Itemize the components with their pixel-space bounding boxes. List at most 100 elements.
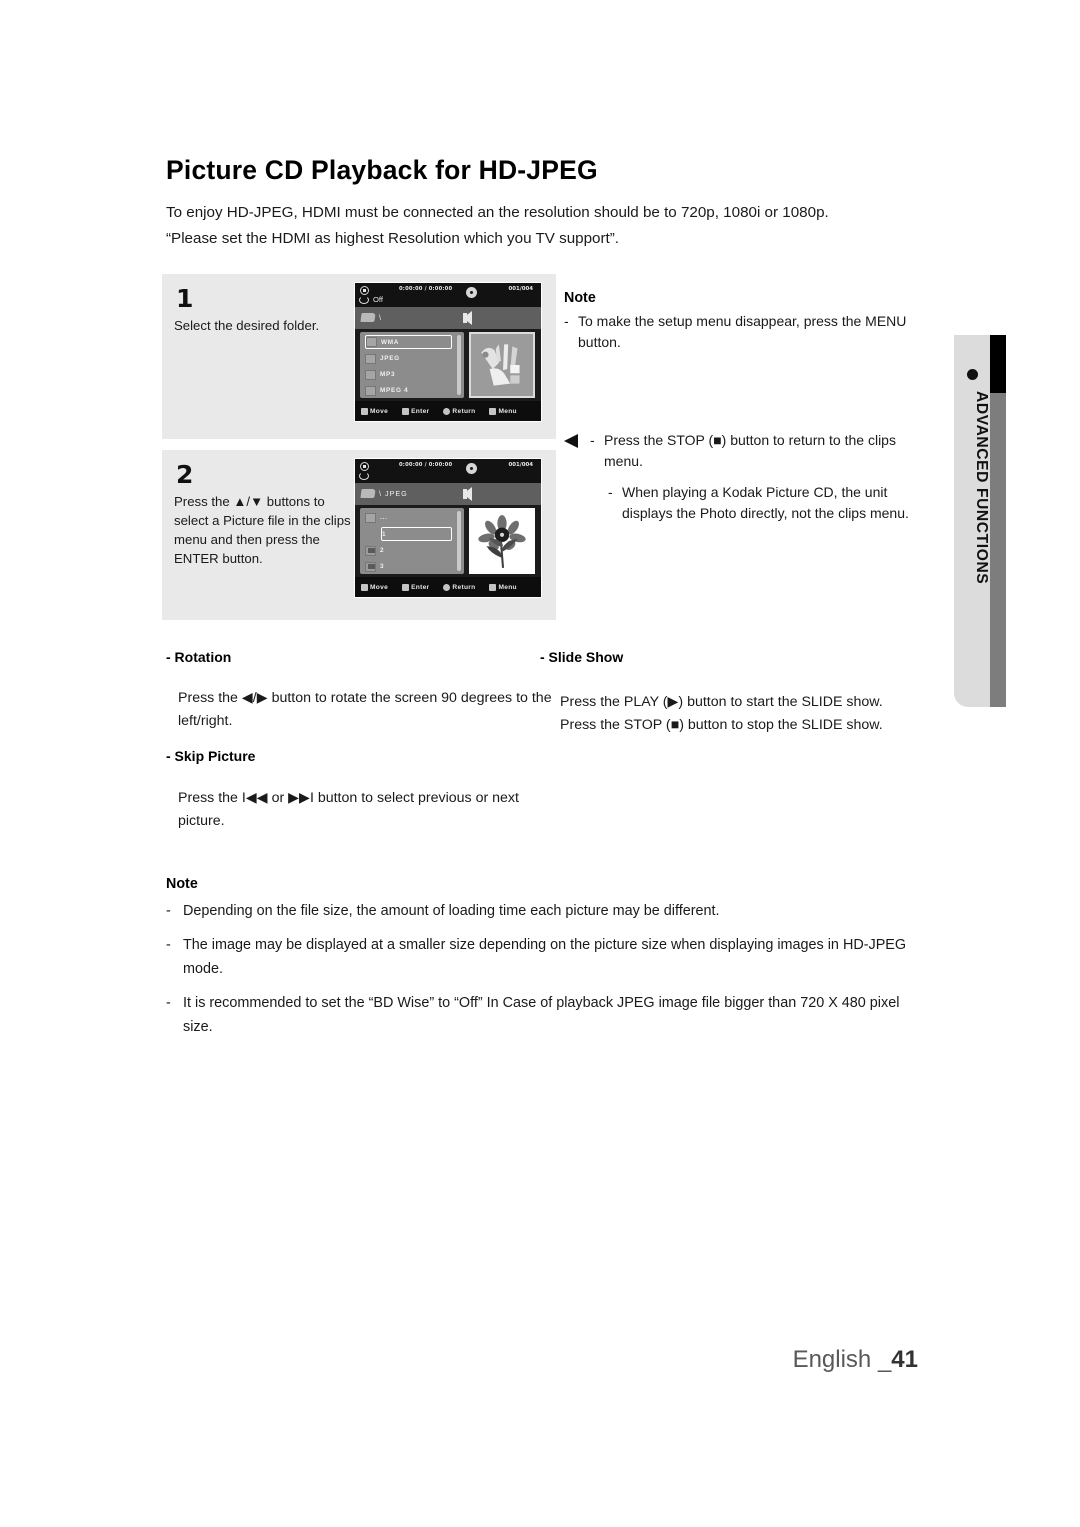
callout-item-text: When playing a Kodak Picture CD, the uni…: [622, 484, 909, 521]
hint-label: Move: [370, 407, 389, 415]
folder-icon: [360, 489, 376, 498]
callout-item-1: - Press the STOP (■) button to return to…: [590, 430, 930, 472]
osd-track-count: 001/004: [508, 286, 533, 292]
note-heading: Note: [166, 876, 198, 892]
list-item[interactable]: JPEG: [365, 352, 454, 365]
osd-status-bar: 0:00:00 / 0:00:00 Off 001/004: [355, 283, 541, 307]
footer-language: English _: [792, 1346, 892, 1373]
list-item-label: MP3: [380, 371, 396, 378]
bullet-dash: -: [590, 432, 595, 448]
osd-clips-list[interactable]: ... 1 2 3: [360, 508, 464, 574]
hint-label: Move: [370, 583, 389, 591]
list-item[interactable]: 3: [365, 560, 454, 573]
left-arrow-icon: [564, 430, 590, 524]
slide-show-line-2: Press the STOP (■) button to stop the SL…: [560, 717, 883, 733]
rotation-body: Press the ◀/▶ button to rotate the scree…: [178, 690, 552, 729]
callout-item-text: Press the STOP (■) button to return to t…: [604, 432, 896, 469]
osd-path-text: \ JPEG: [379, 489, 408, 498]
list-item[interactable]: ...: [365, 511, 454, 524]
hint-menu: Menu: [489, 407, 517, 415]
folder-icon: [365, 385, 376, 396]
hint-return: Return: [443, 583, 475, 591]
disc-icon: [466, 463, 477, 474]
note-right: Note - To make the setup menu disappear,…: [564, 290, 924, 355]
osd-clips-list[interactable]: WMA JPEG MP3 MPEG 4: [360, 332, 464, 398]
osd-button-hints: Move Enter Return Menu: [355, 577, 541, 597]
hint-enter: Enter: [402, 407, 429, 415]
stop-status-icon: [360, 462, 369, 471]
callout-items: - Press the STOP (■) button to return to…: [590, 430, 930, 524]
hint-label: Return: [452, 407, 476, 415]
list-item-label: ...: [380, 514, 388, 521]
list-item[interactable]: 2: [365, 544, 454, 557]
speaker-icon: [463, 487, 472, 501]
bullet-dash: -: [166, 903, 171, 919]
osd-preview-thumbnail: [469, 332, 535, 398]
intro-line-1: To enjoy HD-JPEG, HDMI must be connected…: [166, 204, 829, 221]
osd-path-bar: \: [355, 307, 541, 329]
page-footer: English _41: [0, 1346, 1080, 1374]
list-item[interactable]: MPEG 4: [365, 384, 454, 397]
skip-picture-body: Press the I◀◀ or ▶▶I button to select pr…: [178, 790, 519, 829]
picture-file-icon: [365, 545, 376, 556]
osd-status-bar: 0:00:00 / 0:00:00 001/004: [355, 459, 541, 483]
slide-show-line-1: Press the PLAY (▶) button to start the S…: [560, 694, 883, 710]
osd-time-display: 0:00:00 / 0:00:00: [399, 462, 453, 468]
note-item-text: It is recommended to set the “BD Wise” t…: [183, 995, 900, 1035]
hint-move: Move: [361, 407, 389, 415]
osd-scrollbar[interactable]: [457, 511, 461, 571]
enter-key-icon: [402, 583, 410, 591]
note-heading: Note: [564, 290, 596, 306]
list-item-label: MPEG 4: [380, 387, 409, 394]
list-item[interactable]: MP3: [365, 368, 454, 381]
folder-icon: [365, 353, 376, 364]
bullet-dash: -: [166, 995, 171, 1011]
return-key-icon: [443, 583, 451, 591]
list-item-label: JPEG: [380, 355, 400, 362]
osd-button-hints: Move Enter Return Menu: [355, 401, 541, 421]
bullet-dash: -: [166, 937, 171, 953]
hint-label: Enter: [411, 583, 430, 591]
step-block-1: 1 Select the desired folder. 0:00:00 / 0…: [162, 274, 556, 439]
hint-move: Move: [361, 583, 389, 591]
list-item-label: 3: [380, 563, 385, 570]
folder-icon: [360, 313, 376, 322]
step-number: 2: [176, 460, 194, 489]
picture-file-icon: [365, 561, 376, 572]
osd-scrollbar[interactable]: [457, 335, 461, 395]
osd-time-display: 0:00:00 / 0:00:00: [399, 286, 453, 292]
callout-item-2: - When playing a Kodak Picture CD, the u…: [608, 482, 930, 524]
side-tab-label: ADVANCED FUNCTIONS: [973, 391, 990, 585]
osd-preview-thumbnail: [469, 508, 535, 574]
repeat-icon: [359, 472, 369, 480]
side-tab-advanced-functions: ADVANCED FUNCTIONS: [954, 335, 990, 707]
bullet-dash: -: [564, 313, 569, 329]
osd-path-text: \: [379, 313, 382, 322]
callout-block: - Press the STOP (■) button to return to…: [564, 430, 930, 524]
hint-label: Menu: [498, 407, 517, 415]
intro-line-2: “Please set the HDMI as highest Resoluti…: [166, 230, 620, 247]
note-item-text: To make the setup menu disappear, press …: [578, 313, 907, 350]
page-title: Picture CD Playback for HD-JPEG: [166, 155, 598, 185]
rotation-heading: - Rotation: [166, 649, 232, 665]
note-item: - The image may be displayed at a smalle…: [166, 933, 926, 981]
hint-return: Return: [443, 407, 476, 415]
dpad-icon: [361, 407, 368, 415]
step-number: 1: [176, 284, 194, 313]
list-item-label: WMA: [381, 338, 400, 346]
slide-show-body: Press the PLAY (▶) button to start the S…: [560, 691, 980, 737]
menu-key-icon: [489, 583, 497, 591]
osd-repeat-mode: Off: [373, 295, 383, 304]
note-item: - It is recommended to set the “BD Wise”…: [166, 991, 926, 1039]
list-item[interactable]: WMA: [365, 335, 452, 349]
hint-enter: Enter: [402, 583, 430, 591]
flower-photo-icon: [471, 510, 533, 572]
list-item[interactable]: 1: [381, 527, 452, 541]
step-block-2: 2 Press the ▲/▼ buttons to select a Pict…: [162, 450, 556, 620]
dpad-icon: [361, 583, 368, 591]
osd-content-area: WMA JPEG MP3 MPEG 4: [355, 329, 541, 401]
enter-key-icon: [402, 407, 410, 415]
step-instruction: Select the desired folder.: [174, 318, 320, 333]
parent-folder-icon: [365, 512, 376, 523]
repeat-icon: [359, 296, 369, 304]
